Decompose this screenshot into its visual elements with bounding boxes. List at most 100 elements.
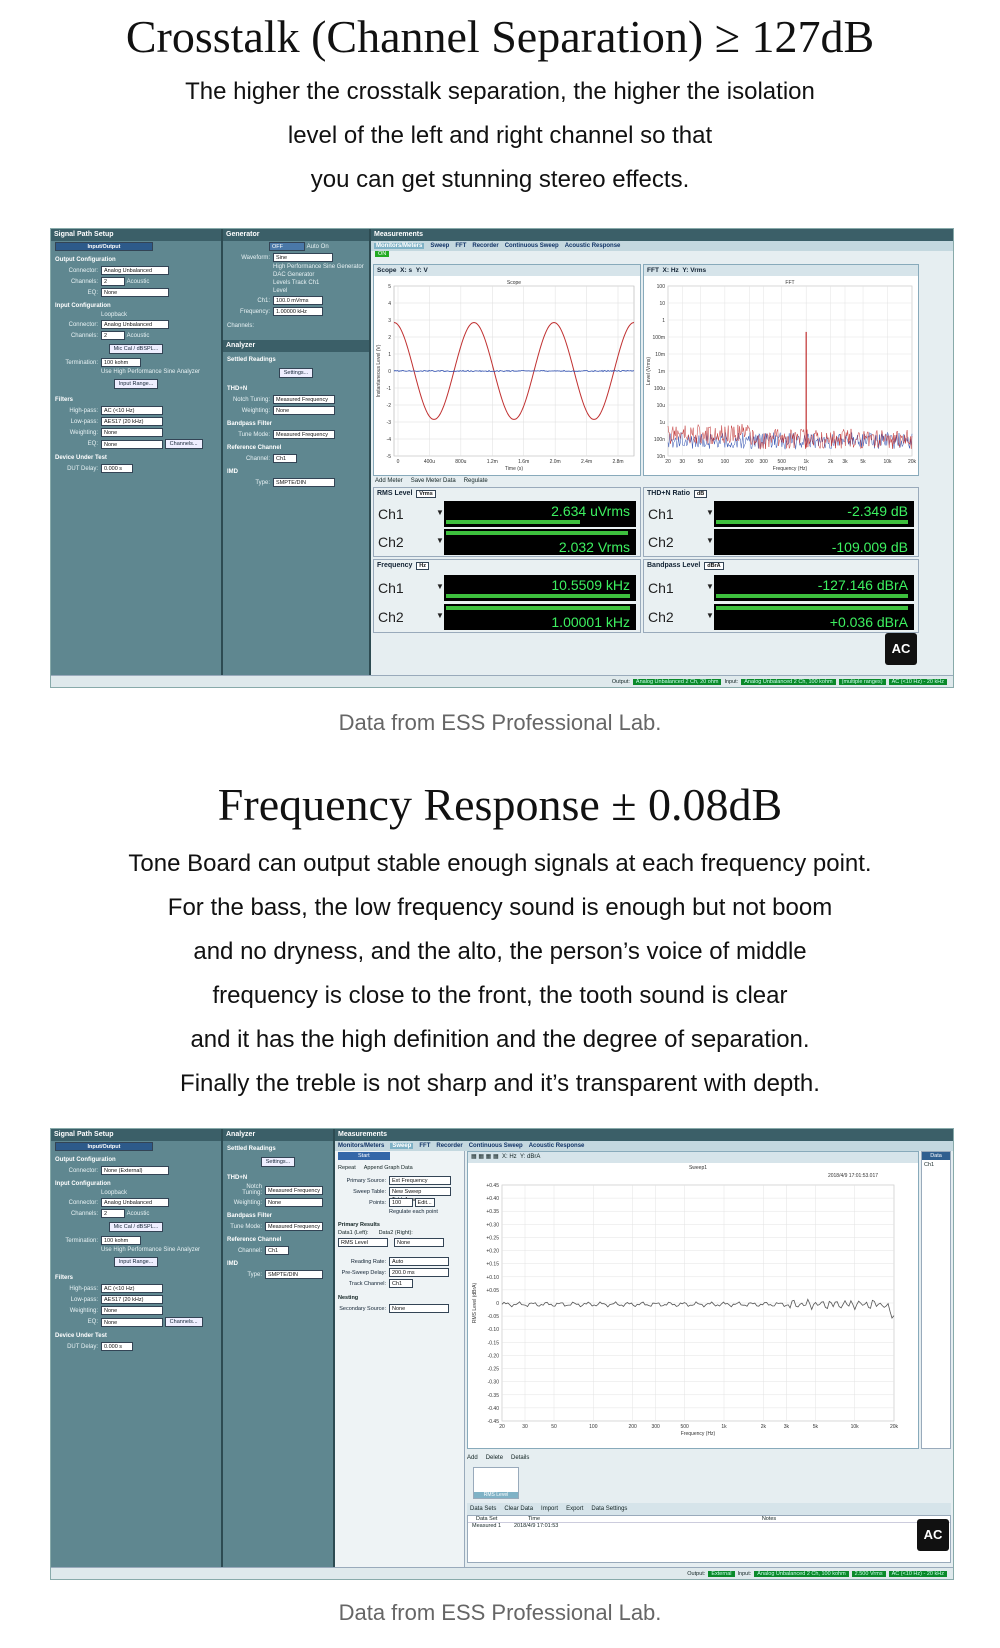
input-connector-select[interactable]: Analog Unbalanced (101, 320, 169, 329)
tab-monitors-2[interactable]: Monitors/Meters (338, 1143, 384, 1149)
tab-sweep-2[interactable]: Sweep (390, 1143, 413, 1149)
status-input-value[interactable]: Analog Unbalanced 2 Ch, 100 kohm (741, 679, 835, 685)
status2-input-value[interactable]: Analog Unbalanced 2 Ch, 100 kohm (754, 1571, 848, 1577)
dut-delay-field-2[interactable]: 0.000 s (101, 1342, 133, 1351)
tab-fft[interactable]: FFT (455, 243, 466, 249)
table-row[interactable]: Measured 1 2018/4/9 17:01:53 (468, 1523, 950, 1529)
loopback-checkbox[interactable]: Loopback (101, 312, 127, 318)
termination-select[interactable]: 100 kohm (101, 358, 141, 367)
sweep-x-unit[interactable]: X: Hz (502, 1154, 517, 1160)
points-field[interactable]: 100 (389, 1198, 413, 1207)
io-dropdown[interactable]: Input/Output (55, 242, 153, 251)
details-button[interactable]: Details (511, 1455, 529, 1461)
tab-acoustic-response-2[interactable]: Acoustic Response (529, 1143, 585, 1149)
append-checkbox[interactable]: Append Graph Data (364, 1165, 413, 1171)
dropdown-arrow-icon[interactable]: ▼ (706, 536, 714, 545)
fft-y-unit[interactable]: Y: Vrms (682, 267, 706, 274)
dropdown-arrow-icon[interactable]: ▼ (706, 508, 714, 517)
mic-cal-button-2[interactable]: Mic Cal / dBSPL... (109, 1222, 164, 1232)
imd-type-select-2[interactable]: SMPTE/DIN (265, 1270, 323, 1279)
clear-data-button[interactable]: Clear Data (504, 1506, 533, 1512)
filter-eq-select[interactable]: None (101, 440, 163, 449)
dut-delay-field[interactable]: 0.000 s (101, 464, 133, 473)
output-connector-select-2[interactable]: None (External) (101, 1166, 169, 1175)
on-toggle[interactable]: ON (375, 251, 389, 257)
ref-channel-select[interactable]: Ch1 (273, 454, 297, 463)
add-meter-button[interactable]: Add Meter (375, 478, 403, 484)
primary-source-select[interactable]: Ext Frequency (389, 1176, 451, 1185)
highpass-select[interactable]: AC (<10 Hz) (101, 406, 163, 415)
tab-continuous-sweep-2[interactable]: Continuous Sweep (469, 1143, 523, 1149)
analyzer-settings-button[interactable]: Settings... (279, 368, 313, 378)
freq-unit-select[interactable]: Hz (416, 562, 429, 570)
regulate-each-checkbox[interactable]: Regulate each point (389, 1209, 438, 1215)
data2-select[interactable]: None (394, 1238, 444, 1247)
auto-on-checkbox[interactable]: Auto On (307, 244, 329, 250)
sweep-y-unit[interactable]: Y: dBrA (520, 1154, 540, 1160)
data-settings-button[interactable]: Data Settings (591, 1506, 627, 1512)
bp-unit-select[interactable]: dBrA (704, 562, 723, 570)
tab-recorder[interactable]: Recorder (472, 243, 498, 249)
rms-unit-select[interactable]: Vrms (416, 490, 435, 498)
hp-sine-radio[interactable]: High Performance Sine Generator (273, 264, 364, 270)
reading-rate-select[interactable]: Auto (389, 1257, 449, 1266)
input-channels-field[interactable]: 2 (101, 331, 125, 340)
dropdown-arrow-icon[interactable]: ▼ (436, 508, 444, 517)
data-legend-ch1[interactable]: Ch1 (922, 1160, 950, 1170)
status-output-value[interactable]: Analog Unbalanced 2 Ch, 20 ohm (633, 679, 722, 685)
input-channels-field-2[interactable]: 2 (101, 1209, 125, 1218)
dropdown-arrow-icon[interactable]: ▼ (436, 582, 444, 591)
graph-thumbnail[interactable]: RMS Level (473, 1467, 519, 1499)
an-weighting-select-2[interactable]: None (265, 1198, 323, 1207)
output-eq-select[interactable]: None (101, 288, 169, 297)
lowpass-select[interactable]: AES17 (20 kHz) (101, 417, 163, 426)
analyzer-settings-button-2[interactable]: Settings... (261, 1157, 295, 1167)
status2-output-value[interactable]: External (708, 1571, 734, 1577)
an-weighting-select[interactable]: None (273, 406, 335, 415)
filter-eq-select-2[interactable]: None (101, 1318, 163, 1327)
tab-acoustic-response[interactable]: Acoustic Response (565, 243, 621, 249)
levels-track-checkbox[interactable]: Levels Track Ch1 (273, 280, 319, 286)
add-graph-button[interactable]: Add (467, 1455, 478, 1461)
tab-monitors[interactable]: Monitors/Meters (374, 243, 424, 249)
tab-fft-2[interactable]: FFT (419, 1143, 430, 1149)
scope-x-unit[interactable]: X: s (400, 267, 412, 274)
imd-type-select[interactable]: SMPTE/DIN (273, 478, 335, 487)
data1-select[interactable]: RMS Level (338, 1238, 388, 1247)
status2-filter[interactable]: AC (<10 Hz) - 20 kHz (889, 1571, 947, 1577)
status-range[interactable]: (multiple ranges) (839, 679, 886, 685)
dropdown-arrow-icon[interactable]: ▼ (436, 536, 444, 545)
tune-select-2[interactable]: Measured Frequency (265, 1222, 323, 1231)
save-meter-button[interactable]: Save Meter Data (411, 478, 456, 484)
channels-button[interactable]: Channels... (165, 439, 203, 449)
waveform-select[interactable]: Sine (273, 253, 333, 262)
termination-select-2[interactable]: 100 kohm (101, 1236, 141, 1245)
fft-x-unit[interactable]: X: Hz (663, 267, 679, 274)
channels-button-2[interactable]: Channels... (165, 1317, 203, 1327)
notch-select[interactable]: Measured Frequency (273, 395, 335, 404)
scope-y-unit[interactable]: Y: V (416, 267, 428, 274)
tab-sweep[interactable]: Sweep (430, 243, 449, 249)
secondary-source-select[interactable]: None (389, 1304, 449, 1313)
gen-frequency-field[interactable]: 1.00000 kHz (273, 307, 323, 316)
weighting-select-2[interactable]: None (101, 1306, 163, 1315)
sweep-table-select[interactable]: New Sweep Table1.csv (389, 1187, 451, 1196)
tab-continuous-sweep[interactable]: Continuous Sweep (505, 243, 559, 249)
input-range-button-2[interactable]: Input Range... (114, 1257, 159, 1267)
output-connector-select[interactable]: Analog Unbalanced (101, 266, 169, 275)
weighting-select[interactable]: None (101, 428, 163, 437)
gen-level-field[interactable]: 100.0 mVrms (273, 296, 323, 305)
notch-select-2[interactable]: Measured Frequency (265, 1186, 323, 1195)
high-perf-checkbox-2[interactable]: Use High Performance Sine Analyzer (101, 1247, 200, 1253)
dropdown-arrow-icon[interactable]: ▼ (706, 611, 714, 620)
status2-range[interactable]: 2.500 Vrms (852, 1571, 886, 1577)
mic-cal-button[interactable]: Mic Cal / dBSPL... (109, 344, 164, 354)
input-acoustic-checkbox[interactable]: Acoustic (127, 333, 150, 339)
edit-button[interactable]: Edit... (415, 1198, 435, 1207)
regulate-button[interactable]: Regulate (464, 478, 488, 484)
import-button[interactable]: Import (541, 1506, 558, 1512)
io-dropdown-2[interactable]: Input/Output (55, 1142, 153, 1151)
acoustic-checkbox[interactable]: Acoustic (127, 279, 150, 285)
delete-graph-button[interactable]: Delete (486, 1455, 503, 1461)
ref-channel-select-2[interactable]: Ch1 (265, 1246, 289, 1255)
